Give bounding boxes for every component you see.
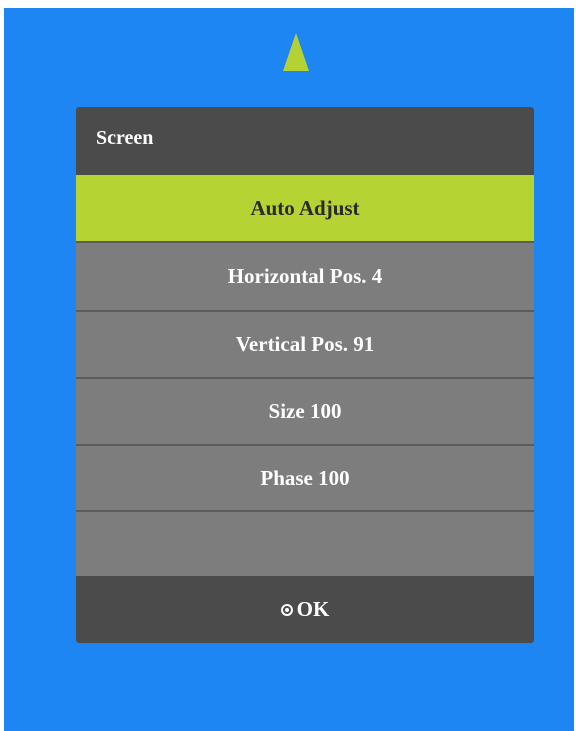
menu-item-vertical-pos[interactable]: Vertical Pos. 91 <box>76 310 534 377</box>
menu-item-label: Vertical Pos. 91 <box>235 332 375 356</box>
menu-item-label: Size 100 <box>268 399 342 423</box>
ok-button[interactable]: OK <box>76 576 534 643</box>
menu-item-phase[interactable]: Phase 100 <box>76 444 534 510</box>
menu-item-empty <box>76 510 534 576</box>
menu-item-auto-adjust[interactable]: Auto Adjust <box>76 175 534 241</box>
up-arrow-icon[interactable] <box>283 33 309 71</box>
ok-label: OK <box>296 597 330 621</box>
menu-item-label: Horizontal Pos. 4 <box>227 264 383 288</box>
menu-item-horizontal-pos[interactable]: Horizontal Pos. 4 <box>76 241 534 310</box>
ok-circle-icon <box>280 603 293 616</box>
screen-menu: Screen Auto Adjust Horizontal Pos. 4 Ver… <box>76 107 534 643</box>
menu-item-label: Auto Adjust <box>250 195 360 220</box>
menu-title: Screen <box>96 127 154 149</box>
menu-item-size[interactable]: Size 100 <box>76 377 534 444</box>
menu-header: Screen <box>76 107 534 175</box>
menu-item-label: Phase 100 <box>260 465 350 490</box>
